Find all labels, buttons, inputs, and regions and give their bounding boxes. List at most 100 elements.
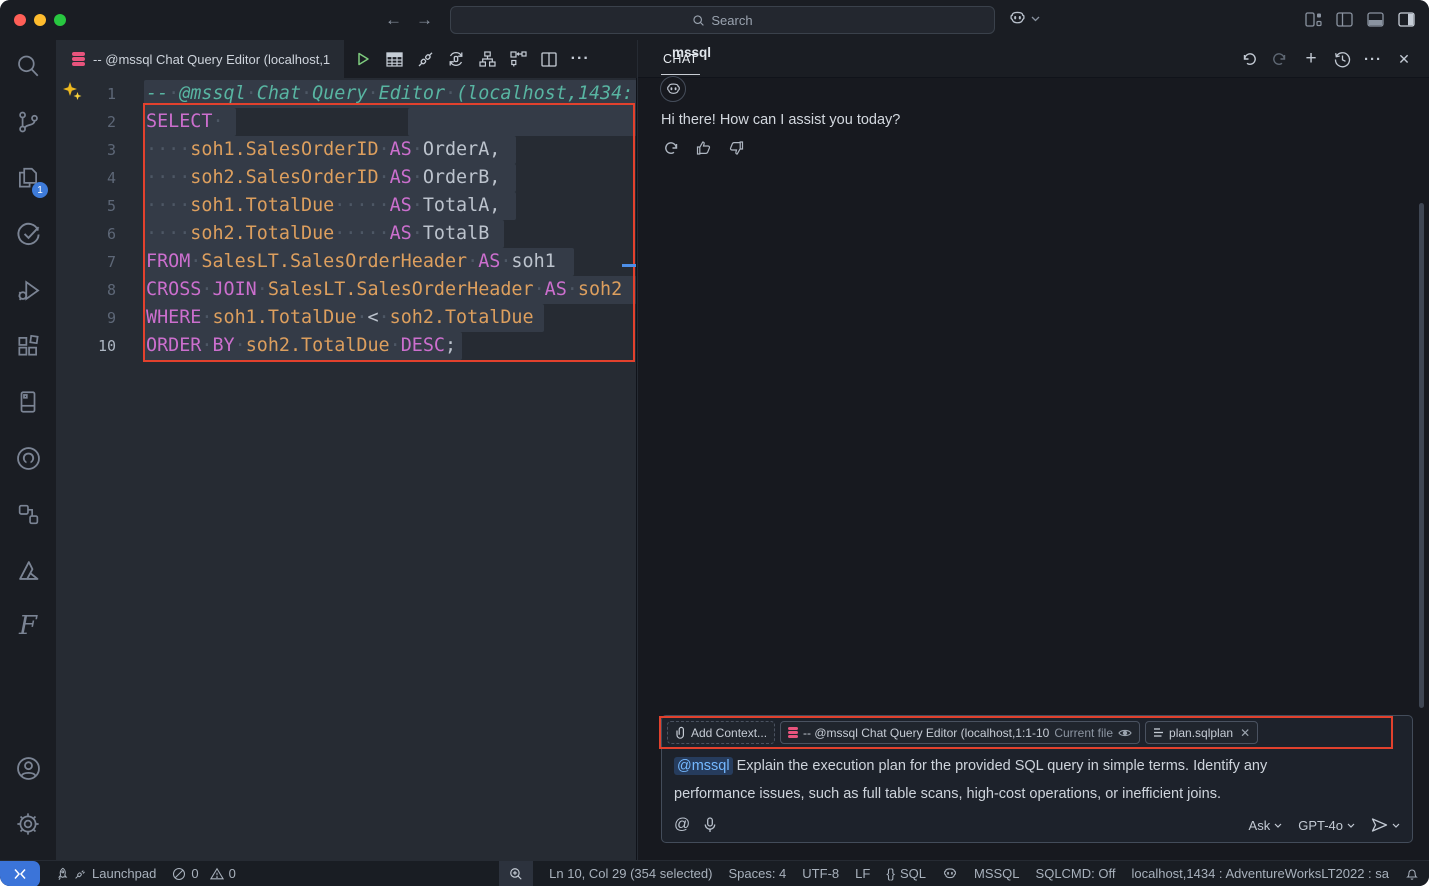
check-view-button[interactable]	[0, 208, 56, 260]
cursor-position-item[interactable]: Ln 10, Col 29 (354 selected)	[549, 866, 712, 881]
at-mention-icon[interactable]: @	[674, 816, 690, 834]
remote-indicator[interactable]	[0, 861, 40, 886]
disconnect-icon[interactable]	[414, 48, 436, 70]
functions-icon: F	[19, 611, 37, 641]
line-number: 1	[56, 80, 116, 108]
toggle-left-sidebar-icon[interactable]	[1336, 12, 1353, 27]
account-button[interactable]	[0, 742, 56, 794]
check-circle-icon	[15, 221, 42, 248]
search-view-button[interactable]	[0, 40, 56, 92]
search-placeholder: Search	[711, 13, 752, 28]
encoding-item[interactable]: UTF-8	[802, 866, 839, 881]
azure-view-button[interactable]	[0, 544, 56, 596]
warnings-icon	[210, 867, 224, 881]
files-view-button[interactable]: 1	[0, 152, 56, 204]
thumbs-down-icon[interactable]	[728, 140, 744, 156]
github-view-button[interactable]	[0, 432, 56, 484]
rocket-icon	[55, 867, 69, 881]
line-number: 10	[56, 332, 116, 360]
remove-attachment-icon[interactable]: ✕	[1240, 726, 1250, 740]
chat-input-container[interactable]: Add Context... -- @mssql Chat Query Edit…	[661, 715, 1413, 843]
history-icon[interactable]	[1333, 50, 1351, 68]
split-editor-icon[interactable]	[538, 48, 560, 70]
extensions-icon	[15, 333, 41, 359]
mode-dropdown[interactable]: Ask	[1249, 818, 1283, 833]
regenerate-icon[interactable]	[664, 140, 680, 156]
close-icon[interactable]: ✕	[1395, 50, 1413, 68]
undo-icon[interactable]	[1240, 50, 1258, 68]
chevron-down-icon	[1347, 823, 1355, 828]
indentation-item[interactable]: Spaces: 4	[728, 866, 786, 881]
settings-button[interactable]	[0, 798, 56, 850]
copilot-icon	[942, 866, 958, 882]
zoom-indicator[interactable]	[499, 861, 533, 886]
chat-input-text[interactable]: @mssql Explain the execution plan for th…	[662, 744, 1412, 808]
problems-item[interactable]: 0 0	[172, 866, 235, 881]
run-debug-icon	[15, 277, 42, 304]
extensions-button[interactable]	[0, 320, 56, 372]
model-dropdown[interactable]: GPT-4o	[1298, 818, 1355, 833]
send-button[interactable]	[1371, 817, 1400, 833]
code-editor[interactable]: 12345678910 --·@mssql·Chat·Query·Editor·…	[56, 78, 637, 860]
database-icon	[72, 52, 85, 65]
launchpad-item[interactable]: Launchpad	[55, 866, 156, 881]
results-grid-icon[interactable]	[383, 48, 405, 70]
current-file-pill[interactable]: -- @mssql Chat Query Editor (localhost,1…	[780, 721, 1140, 744]
line-number: 3	[56, 136, 116, 164]
chat-message	[660, 76, 686, 102]
line-number: 5	[56, 192, 116, 220]
mssql-item[interactable]: MSSQL	[974, 866, 1020, 881]
toggle-panel-icon[interactable]	[1367, 12, 1384, 27]
new-chat-icon[interactable]: +	[1302, 50, 1320, 68]
linked-boxes-view-button[interactable]	[0, 488, 56, 540]
activity-bar: 1 F	[0, 40, 56, 860]
microphone-icon[interactable]	[704, 817, 716, 833]
thumbs-up-icon[interactable]	[696, 140, 712, 156]
notifications-item[interactable]	[1405, 866, 1419, 881]
sqlcmd-item[interactable]: SQLCMD: Off	[1036, 866, 1116, 881]
connection-item[interactable]: localhost,1434 : AdventureWorksLT2022 : …	[1131, 866, 1389, 881]
message-author: mssql	[672, 45, 711, 60]
functions-view-button[interactable]: F	[0, 600, 56, 652]
command-center-search[interactable]: Search	[450, 6, 995, 34]
toggle-right-sidebar-icon[interactable]	[1398, 12, 1415, 27]
more-icon[interactable]: ···	[1364, 50, 1382, 68]
language-item[interactable]: {} SQL	[886, 866, 926, 881]
tab-title: -- @mssql Chat Query Editor (localhost,1	[93, 52, 330, 67]
forward-arrow-icon[interactable]: →	[416, 10, 433, 30]
braces-icon: {}	[886, 866, 895, 881]
chat-scrollbar[interactable]	[1419, 203, 1424, 708]
chevron-down-icon	[1274, 823, 1282, 828]
customize-layout-icon[interactable]	[1305, 12, 1322, 27]
chat-panel: CHAT + ··· ✕ mssql Hi there! How can I a…	[638, 40, 1429, 860]
more-actions-icon[interactable]: ···	[569, 48, 591, 70]
copilot-icon	[1008, 9, 1027, 28]
zoom-in-icon	[509, 867, 523, 881]
estimated-plan-icon[interactable]	[476, 48, 498, 70]
line-numbers-gutter: 12345678910	[56, 80, 116, 360]
editor-tab[interactable]: -- @mssql Chat Query Editor (localhost,1	[56, 40, 344, 78]
source-control-button[interactable]	[0, 96, 56, 148]
vscode-window: ← → Search 1	[0, 0, 1429, 886]
copilot-menu-button[interactable]	[1008, 9, 1040, 28]
editor-tab-bar: -- @mssql Chat Query Editor (localhost,1…	[56, 40, 637, 78]
eye-icon[interactable]	[1118, 728, 1132, 738]
change-connection-icon[interactable]	[445, 48, 467, 70]
server-view-button[interactable]	[0, 376, 56, 428]
sqlplan-pill[interactable]: plan.sqlplan ✕	[1145, 721, 1258, 744]
plug-icon	[74, 867, 87, 880]
back-arrow-icon[interactable]: ←	[385, 10, 402, 30]
add-context-button[interactable]: Add Context...	[667, 721, 775, 744]
close-window-button[interactable]	[14, 14, 26, 26]
copilot-status-item[interactable]	[942, 866, 958, 882]
maximize-window-button[interactable]	[54, 14, 66, 26]
mssql-mention-chip[interactable]: @mssql	[674, 757, 733, 775]
minimize-window-button[interactable]	[34, 14, 46, 26]
redo-icon[interactable]	[1271, 50, 1289, 68]
eol-item[interactable]: LF	[855, 866, 870, 881]
run-query-icon[interactable]	[352, 48, 374, 70]
code-area: 12345678910 --·@mssql·Chat·Query·Editor·…	[56, 78, 636, 860]
azure-icon	[15, 557, 42, 584]
run-debug-button[interactable]	[0, 264, 56, 316]
sqlcmd-mode-icon[interactable]	[507, 48, 529, 70]
